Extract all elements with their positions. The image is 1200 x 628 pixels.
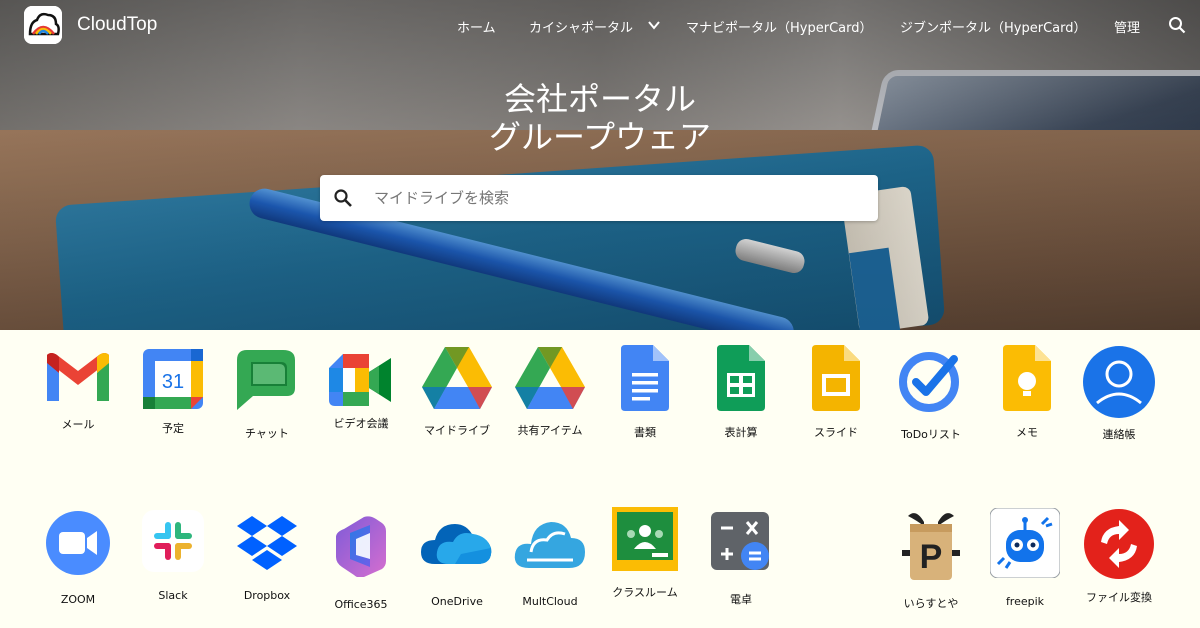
app-todo[interactable]: ToDoリスト	[884, 347, 978, 443]
app-multcloud[interactable]: MultCloud	[503, 516, 597, 610]
app-gmail[interactable]: メール	[31, 347, 125, 433]
slides-icon	[812, 345, 860, 411]
zoom-icon	[45, 510, 111, 576]
app-label: スライド	[814, 426, 858, 439]
nav-learning-portal[interactable]: マナビポータル（HyperCard）	[686, 17, 872, 36]
drive-search-box[interactable]	[320, 175, 878, 221]
app-chat[interactable]: チャット	[220, 350, 314, 442]
keep-icon	[1003, 345, 1051, 411]
app-label: 連絡帳	[1102, 428, 1136, 441]
nav-company-portal[interactable]: カイシャポータル	[529, 17, 633, 36]
app-classroom[interactable]: クラスルーム	[598, 507, 692, 601]
drive-icon	[515, 347, 585, 409]
irasutoya-icon: P	[898, 508, 964, 584]
todo-icon	[898, 347, 964, 413]
app-onedrive[interactable]: OneDrive	[410, 518, 504, 610]
drive-search-input[interactable]	[374, 183, 854, 213]
multcloud-icon	[513, 516, 587, 570]
app-label: メモ	[1016, 426, 1038, 439]
chevron-down-icon[interactable]	[646, 17, 662, 33]
cloudtop-logo-icon[interactable]	[24, 6, 62, 44]
chat-icon	[237, 350, 297, 412]
nav-admin[interactable]: 管理	[1114, 17, 1140, 36]
app-label: 予定	[162, 422, 184, 435]
dropbox-icon	[237, 512, 297, 570]
app-zoom[interactable]: ZOOM	[31, 510, 125, 608]
calendar-icon: 31	[143, 349, 203, 409]
app-freepik[interactable]: freepik	[978, 507, 1072, 610]
docs-icon	[621, 345, 669, 411]
app-slides[interactable]: スライド	[789, 345, 883, 441]
app-label: MultCloud	[522, 595, 578, 608]
slack-icon	[142, 510, 204, 572]
app-label: メール	[61, 418, 95, 431]
app-label: 共有アイテム	[517, 424, 583, 437]
app-label: OneDrive	[431, 595, 483, 608]
app-label: Office365	[334, 598, 388, 611]
app-label: 書類	[634, 426, 656, 439]
app-docs[interactable]: 書類	[598, 345, 692, 441]
app-file-convert[interactable]: ファイル変換	[1072, 508, 1166, 606]
search-icon[interactable]	[1168, 16, 1186, 34]
app-my-drive[interactable]: マイドライブ	[410, 347, 504, 439]
office365-icon	[336, 515, 386, 578]
app-label: ZOOM	[60, 593, 96, 606]
svg-text:P: P	[920, 538, 943, 576]
app-label: クラスルーム	[612, 586, 678, 599]
app-label: ファイル変換	[1086, 591, 1152, 604]
hero-title-line2: グループウェア	[488, 118, 712, 156]
app-label: freepik	[1005, 595, 1045, 608]
app-calendar[interactable]: 31 予定	[126, 347, 220, 437]
meet-icon	[329, 354, 393, 406]
app-label: 電卓	[730, 593, 752, 606]
contacts-icon	[1082, 345, 1156, 419]
app-office365[interactable]: Office365	[314, 515, 408, 613]
nav-personal-portal[interactable]: ジブンポータル（HyperCard）	[900, 17, 1086, 36]
app-label: チャット	[245, 427, 289, 440]
app-label: Slack	[158, 589, 188, 602]
nav-home[interactable]: ホーム	[457, 17, 496, 36]
sheets-icon	[717, 345, 765, 411]
freepik-icon	[989, 507, 1061, 579]
search-icon	[334, 189, 352, 207]
app-label: いらすとや	[903, 597, 959, 610]
app-contacts[interactable]: 連絡帳	[1072, 345, 1166, 443]
brand-name[interactable]: CloudTop	[77, 14, 157, 36]
app-shared-items[interactable]: 共有アイテム	[503, 347, 597, 439]
app-label: マイドライブ	[424, 424, 490, 437]
drive-icon	[422, 347, 492, 409]
app-label: ビデオ会議	[333, 417, 389, 430]
app-label: Dropbox	[243, 589, 291, 602]
top-nav: CloudTop ホーム カイシャポータル マナビポータル（HyperCard）…	[0, 0, 1200, 52]
app-calculator[interactable]: 電卓	[694, 512, 788, 608]
calculator-icon	[711, 512, 771, 572]
onedrive-icon	[421, 518, 493, 566]
app-sheets[interactable]: 表計算	[694, 345, 788, 441]
app-meet[interactable]: ビデオ会議	[314, 350, 408, 432]
app-label: 表計算	[724, 426, 758, 439]
app-irasutoya[interactable]: P いらすとや	[884, 508, 978, 612]
app-slack[interactable]: Slack	[126, 510, 220, 604]
app-keep[interactable]: メモ	[980, 345, 1074, 441]
classroom-icon	[612, 507, 678, 571]
gmail-icon	[43, 351, 113, 407]
app-dropbox[interactable]: Dropbox	[220, 512, 314, 604]
app-label: ToDoリスト	[901, 428, 961, 441]
svg-text:31: 31	[162, 371, 184, 393]
file-convert-icon	[1083, 508, 1155, 580]
